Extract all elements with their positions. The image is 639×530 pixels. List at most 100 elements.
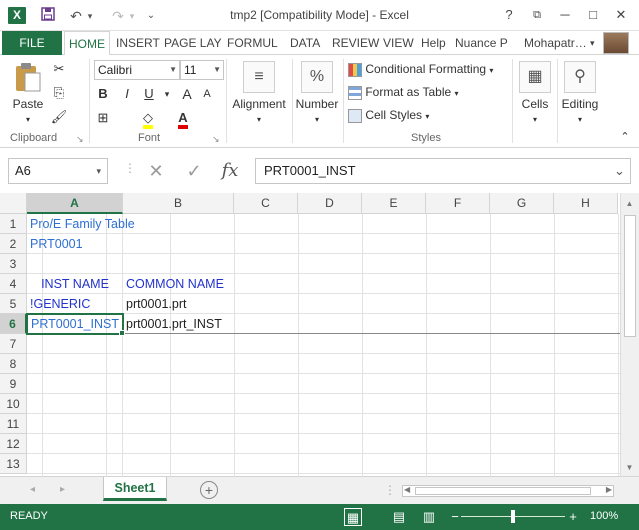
cell-styles-button[interactable]: Cell Styles ▾: [348, 105, 429, 125]
ribbon-display-options-icon[interactable]: ⧉: [524, 4, 550, 26]
name-box[interactable]: A6 ▾: [8, 158, 108, 184]
cell-a6[interactable]: PRT0001_INST: [26, 313, 124, 335]
font-name-select[interactable]: Calibri ▼: [94, 60, 180, 80]
excel-app-icon[interactable]: X: [8, 7, 26, 24]
minimize-button[interactable]: ─: [552, 4, 578, 26]
italic-button[interactable]: I: [118, 84, 136, 104]
help-button[interactable]: ?: [496, 4, 522, 26]
drag-handle-icon[interactable]: ⋮: [124, 161, 136, 175]
scroll-up-icon[interactable]: ▲: [621, 199, 638, 208]
tab-file[interactable]: FILE: [2, 31, 62, 55]
column-header-g[interactable]: G: [490, 193, 554, 214]
zoom-level[interactable]: 100%: [590, 510, 618, 522]
enter-icon[interactable]: ✓: [180, 158, 208, 184]
vertical-scroll-thumb[interactable]: [624, 215, 636, 337]
clipboard-launcher-icon[interactable]: ↘: [76, 134, 84, 145]
tab-insert[interactable]: INSERT: [112, 31, 164, 55]
page-layout-view-icon[interactable]: ▤: [390, 508, 408, 526]
next-sheet-icon[interactable]: ▸: [60, 484, 65, 495]
row-header[interactable]: 7: [0, 334, 27, 354]
normal-view-icon[interactable]: ▦: [344, 508, 362, 526]
redo-dropdown-icon[interactable]: ▾: [126, 6, 138, 26]
copy-icon[interactable]: ⎘: [50, 83, 68, 103]
borders-icon[interactable]: ⊞: [94, 108, 112, 128]
cut-icon[interactable]: ✂: [50, 59, 68, 79]
undo-dropdown-icon[interactable]: ▾: [84, 6, 96, 26]
column-header-e[interactable]: E: [362, 193, 426, 214]
user-name[interactable]: Mohapatr…: [524, 31, 587, 55]
grow-font-button[interactable]: A: [178, 84, 196, 104]
alignment-button[interactable]: ≡ Alignment ▾: [230, 61, 288, 125]
column-header-b[interactable]: B: [123, 193, 234, 214]
cell-b4[interactable]: COMMON NAME: [123, 274, 234, 294]
format-as-table-button[interactable]: Format as Table ▾: [348, 82, 459, 102]
worksheet-grid[interactable]: A B C D E F G H 1 2 3 4 5 6 7 8 9 10 11 …: [0, 193, 620, 476]
tab-page-layout[interactable]: PAGE LAY: [160, 31, 226, 55]
fill-color-icon[interactable]: ◇: [139, 108, 157, 129]
row-header[interactable]: 9: [0, 374, 27, 394]
add-sheet-icon[interactable]: +: [200, 481, 218, 499]
tab-formulas[interactable]: FORMUL: [223, 31, 282, 55]
font-color-button[interactable]: A: [174, 108, 192, 129]
row-header[interactable]: 10: [0, 394, 27, 414]
underline-button[interactable]: U: [140, 84, 158, 104]
user-dropdown-icon[interactable]: ▾: [590, 31, 595, 55]
tab-split-handle-icon[interactable]: ⋮: [384, 483, 396, 497]
cell-b6[interactable]: prt0001.prt_INST: [123, 314, 234, 334]
scroll-left-icon[interactable]: ◀: [404, 485, 410, 494]
tab-home[interactable]: HOME: [64, 31, 110, 56]
zoom-slider-thumb[interactable]: [511, 510, 515, 523]
column-header-c[interactable]: C: [234, 193, 298, 214]
tab-help[interactable]: Help: [417, 31, 450, 55]
row-header[interactable]: 1: [0, 214, 27, 234]
row-header[interactable]: 3: [0, 254, 27, 274]
column-header-d[interactable]: D: [298, 193, 362, 214]
cell-a1[interactable]: Pro/E Family Table: [27, 214, 135, 234]
format-painter-icon[interactable]: 🖌: [50, 107, 68, 127]
maximize-button[interactable]: □: [580, 4, 606, 26]
conditional-formatting-button[interactable]: Conditional Formatting ▾: [348, 59, 493, 79]
cancel-icon[interactable]: ✕: [142, 158, 170, 184]
row-header[interactable]: 2: [0, 234, 27, 254]
page-break-view-icon[interactable]: ▥: [420, 508, 438, 526]
scroll-down-icon[interactable]: ▼: [621, 463, 638, 472]
formula-input[interactable]: PRT0001_INST: [255, 158, 631, 184]
row-header[interactable]: 5: [0, 294, 27, 314]
row-header[interactable]: 8: [0, 354, 27, 374]
shrink-font-button[interactable]: A: [198, 84, 216, 104]
zoom-out-icon[interactable]: −: [446, 508, 464, 526]
expand-formula-bar-icon[interactable]: ⌄: [614, 163, 625, 179]
horizontal-scrollbar[interactable]: ◀ ▶: [402, 485, 614, 497]
cell-a4[interactable]: INST NAME: [27, 274, 123, 294]
fill-handle[interactable]: [119, 330, 125, 336]
cells-button[interactable]: ▦ Cells ▾: [515, 61, 555, 125]
sheet-tab-sheet1[interactable]: Sheet1: [103, 477, 167, 501]
row-header[interactable]: 4: [0, 274, 27, 294]
user-avatar[interactable]: [603, 32, 629, 54]
prev-sheet-icon[interactable]: ◂: [30, 484, 35, 495]
zoom-in-icon[interactable]: +: [564, 508, 582, 526]
tab-view[interactable]: VIEW: [379, 31, 418, 55]
redo-icon[interactable]: ↷: [108, 6, 128, 26]
underline-dropdown-icon[interactable]: ▾: [158, 84, 176, 104]
column-header-f[interactable]: F: [426, 193, 490, 214]
bold-button[interactable]: B: [94, 84, 112, 104]
row-header[interactable]: 13: [0, 454, 27, 474]
undo-icon[interactable]: ↶: [66, 6, 86, 26]
select-all-corner[interactable]: [0, 193, 27, 214]
font-size-select[interactable]: 11 ▼: [180, 60, 224, 80]
tab-review[interactable]: REVIEW: [328, 31, 383, 55]
column-header-a[interactable]: A: [27, 193, 123, 214]
number-button[interactable]: % Number ▾: [294, 61, 340, 125]
tab-data[interactable]: DATA: [286, 31, 324, 55]
cell-a5[interactable]: !GENERIC: [27, 294, 123, 314]
cell-a2[interactable]: PRT0001: [27, 234, 123, 254]
vertical-scrollbar[interactable]: ▲ ▼: [620, 193, 639, 476]
row-header[interactable]: 12: [0, 434, 27, 454]
font-launcher-icon[interactable]: ↘: [212, 134, 220, 145]
close-button[interactable]: ✕: [608, 4, 634, 26]
tab-nuance[interactable]: Nuance P: [451, 31, 512, 55]
scroll-right-icon[interactable]: ▶: [606, 485, 612, 494]
save-icon[interactable]: [38, 6, 58, 26]
cell-b5[interactable]: prt0001.prt: [123, 294, 234, 314]
